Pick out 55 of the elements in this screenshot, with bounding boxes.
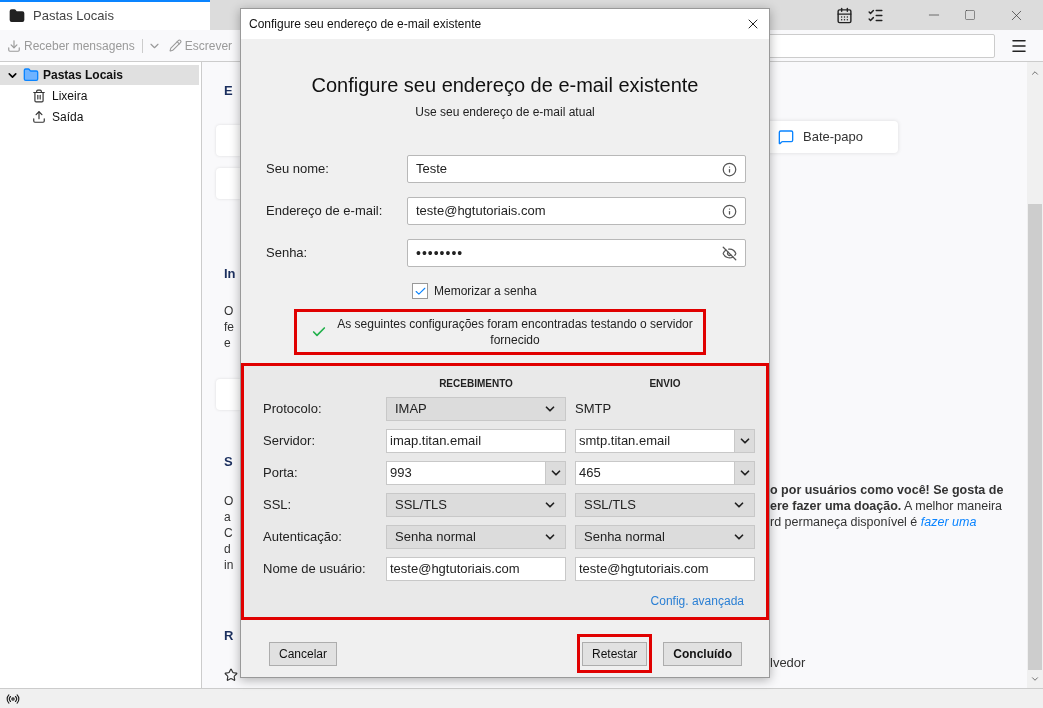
donation-text-line: o por usuários como você! Se gosta de xyxy=(770,482,1005,498)
paragraph-line: O xyxy=(224,493,234,509)
field-label: Seu nome: xyxy=(266,160,330,179)
section-heading: R xyxy=(224,627,234,645)
input-field[interactable]: imap.titan.email xyxy=(386,429,566,453)
folder-row[interactable]: Lixeira xyxy=(0,85,201,106)
input-field[interactable]: teste@hgtutoriais.com xyxy=(386,557,566,581)
dropdown[interactable]: Senha normal xyxy=(386,525,566,549)
paragraph-line: e xyxy=(224,335,231,351)
protocol-text: SMTP xyxy=(575,400,613,419)
combo-field[interactable]: 465 xyxy=(575,461,755,485)
input-field[interactable]: teste@hgtutoriais.com xyxy=(407,197,746,225)
donation-text-line: ere fazer uma doação. A melhor maneira xyxy=(770,498,1004,514)
paragraph-line: fe xyxy=(224,319,234,335)
section-heading: S xyxy=(224,453,233,471)
input-field[interactable]: Teste xyxy=(407,155,746,183)
paragraph-line: d xyxy=(224,541,231,557)
message-text: As seguintes configurações foram encontradas testando o servidor fornecido xyxy=(337,316,693,348)
footer-text: lvedor xyxy=(770,654,807,672)
dropdown[interactable]: SSL/TLS xyxy=(386,493,566,517)
setting-label: SSL: xyxy=(263,496,293,515)
input-field[interactable]: teste@hgtutoriais.com xyxy=(575,557,755,581)
dropdown[interactable]: IMAP xyxy=(386,397,566,421)
dialog-heading: Configure seu endereço de e-mail existente xyxy=(311,73,699,97)
column-header: RECEBIMENTO xyxy=(439,377,513,391)
setting-label: Nome de usuário: xyxy=(263,560,367,579)
retest-button[interactable]: Retestar xyxy=(581,642,648,666)
folder-row[interactable]: Saída xyxy=(0,106,201,127)
dialog-title: Configure seu endereço de e-mail existente xyxy=(249,16,482,33)
window-tab[interactable]: Pastas Locais xyxy=(0,0,210,30)
folder-row[interactable]: Pastas Locais xyxy=(0,65,199,85)
cancel-button[interactable]: Cancelar xyxy=(269,642,338,666)
donation-text-line: rd permaneça disponível é fazer uma xyxy=(770,514,978,530)
setting-label: Servidor: xyxy=(263,432,317,451)
paragraph-line: a xyxy=(224,509,231,525)
paragraph-line: O xyxy=(224,303,234,319)
checkbox-label[interactable]: Memorizar a senha xyxy=(434,282,537,300)
dialog-subtitle: Use seu endereço de e-mail atual xyxy=(415,104,595,120)
section-heading: In xyxy=(224,265,236,283)
field-label: Senha: xyxy=(266,244,309,263)
paragraph-line: C xyxy=(224,525,233,541)
field-label: Endereço de e-mail: xyxy=(266,202,384,221)
dropdown[interactable]: Senha normal xyxy=(575,525,755,549)
column-header: ENVIO xyxy=(649,377,681,391)
combo-field[interactable]: 993 xyxy=(386,461,566,485)
done-button[interactable]: Concluído xyxy=(663,642,742,666)
setting-label: Porta: xyxy=(263,464,299,483)
advanced-config-link[interactable]: Config. avançada xyxy=(650,592,744,610)
dropdown[interactable]: SSL/TLS xyxy=(575,493,755,517)
combo-field[interactable]: smtp.titan.email xyxy=(575,429,755,453)
setting-label: Protocolo: xyxy=(263,400,323,419)
section-heading: E xyxy=(224,82,233,100)
password-field[interactable]: •••••••• xyxy=(407,239,746,267)
paragraph-line: in xyxy=(224,557,234,573)
setting-label: Autenticação: xyxy=(263,528,343,547)
